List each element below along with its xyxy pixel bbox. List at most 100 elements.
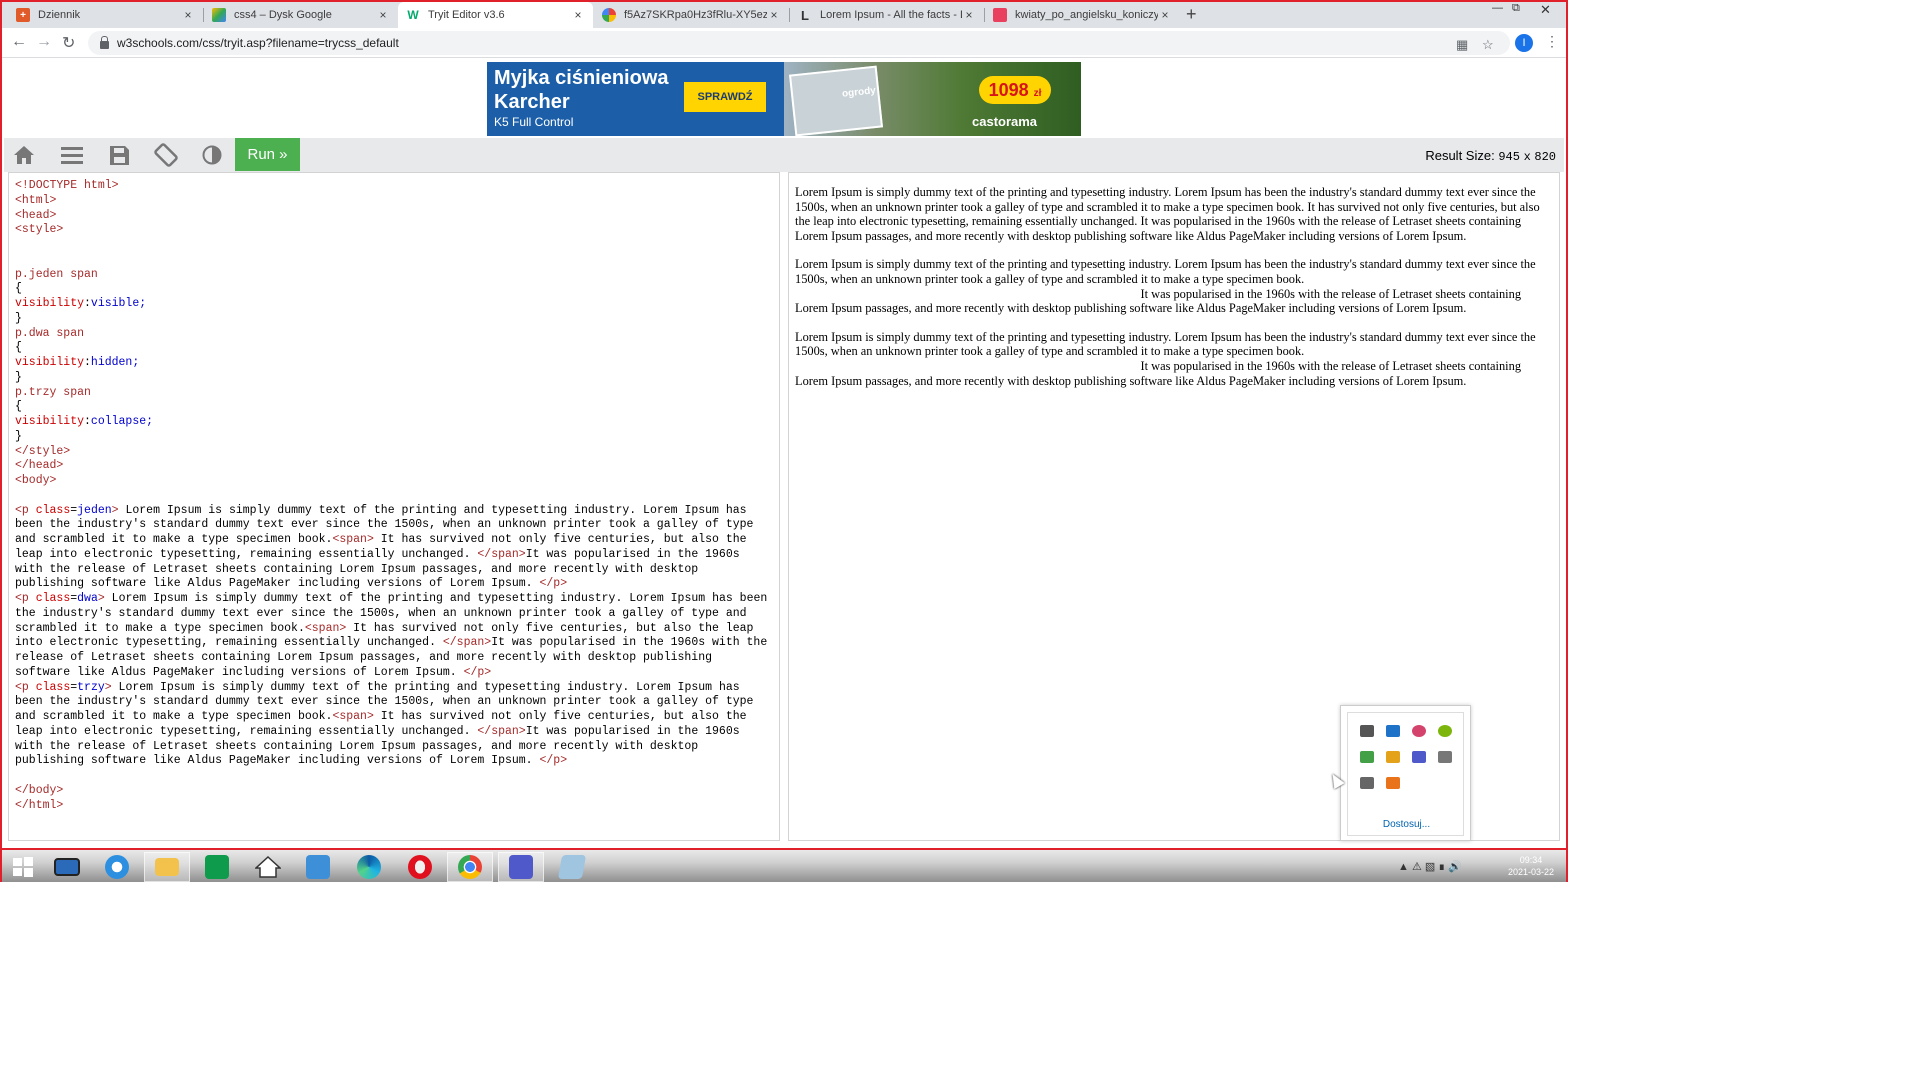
ad-banner[interactable]: Myjka ciśnieniowa Karcher K5 Full Contro… [487,62,1081,136]
tab-title: css4 – Dysk Google [234,9,332,21]
start-button[interactable] [0,852,46,882]
rotate-orientation-icon[interactable] [148,143,184,167]
restore-icon[interactable]: ⧉ [1512,2,1520,15]
tab-image[interactable]: f5Az7SKRpa0Hz3fRlu-XY5ezMm × [594,2,789,28]
tab-kwiaty[interactable]: kwiaty_po_angielsku_koniczyna- × [985,2,1180,28]
code-token: <p [15,680,36,694]
close-tab-icon[interactable]: × [1158,8,1172,22]
system-tray[interactable]: ▲ ⚠ ▧ ∎ 🔊 [1398,860,1462,873]
close-window-icon[interactable]: ✕ [1540,2,1551,18]
profile-avatar[interactable]: I [1515,34,1533,52]
tab-lorem-ipsum[interactable]: L Lorem Ipsum - All the facts - Lips × [790,2,984,28]
back-icon[interactable]: ← [11,33,27,51]
bookmark-star-icon[interactable]: ☆ [1482,37,1494,53]
tab-title: f5Az7SKRpa0Hz3fRlu-XY5ezMm [624,9,767,21]
forward-icon[interactable]: → [36,33,52,51]
address-bar[interactable]: w3schools.com/css/tryit.asp?filename=try… [88,31,1510,55]
code-token: > [104,680,112,694]
code-token: { [15,400,22,414]
result-text: Lorem Ipsum is simply dummy text of the … [795,257,1536,286]
minimize-icon[interactable]: — [1492,2,1503,14]
tab-tryit-editor[interactable]: W Tryit Editor v3.6 × [398,2,593,28]
code-token: </span> [442,636,492,650]
code-attr: class [35,680,71,694]
dark-mode-icon[interactable] [194,143,230,167]
code-token: </html> [15,798,64,812]
code-token: <!DOCTYPE html> [15,179,119,192]
css-property: visibility [15,356,85,369]
new-tab-button[interactable]: + [1186,4,1197,25]
code-editor[interactable]: <!DOCTYPE html> <html> <head> <style> p.… [8,172,780,841]
ad-price-value: 1098 [988,80,1029,100]
home-icon[interactable] [6,143,42,167]
chrome-icon[interactable] [447,852,493,882]
store-icon[interactable] [194,852,240,882]
code-attr: class [35,503,71,517]
css-value: collapse; [90,415,154,428]
file-explorer-icon[interactable] [144,852,190,882]
result-width: 945 [1498,150,1520,164]
tab-dziennik[interactable]: + Dziennik × [8,2,203,28]
tab-google-drive[interactable]: css4 – Dysk Google × [204,2,398,28]
tab-title: kwiaty_po_angielsku_koniczyna- [1015,9,1158,21]
kebab-menu-icon[interactable]: ⋮ [1545,33,1559,50]
code-token: } [15,311,22,325]
home-taskbar-icon[interactable] [245,852,291,882]
lenovo-taskbar-icon[interactable] [44,852,90,882]
opera-icon[interactable] [397,852,443,882]
app-icon[interactable] [1386,777,1400,789]
code-attr-value: trzy [77,680,105,694]
save-icon[interactable] [101,143,137,167]
usb-icon[interactable] [1438,751,1452,763]
ad-cta-button[interactable]: SPRAWDŹ [684,82,766,112]
close-tab-icon[interactable]: × [181,8,195,22]
code-token: <head> [15,208,57,222]
close-tab-icon[interactable]: × [767,8,781,22]
code-token: <p [15,592,36,605]
close-tab-icon[interactable]: × [962,8,976,22]
clock-date: 2021-03-22 [1507,867,1554,877]
tab-title: Lorem Ipsum - All the facts - Lips [820,9,962,21]
code-token: <span> [304,621,347,635]
teams-taskbar-icon[interactable] [498,852,544,882]
app-taskbar-icon[interactable] [549,852,595,882]
google-photos-icon [602,8,616,22]
code-token: </head> [15,459,64,473]
package-icon[interactable] [1386,751,1400,763]
clock-time: 09:34 [1519,855,1543,865]
result-paragraph-jeden: Lorem Ipsum is simply dummy text of the … [795,185,1553,243]
teams-icon[interactable] [1412,751,1426,763]
run-button[interactable]: Run » [235,138,300,171]
edge-icon[interactable] [346,852,392,882]
customize-link[interactable]: Dostosuj... [1348,819,1465,830]
clock[interactable]: 09:34 2021-03-22 [1508,854,1554,878]
code-token: > [97,592,105,605]
close-tab-icon[interactable]: × [376,8,390,22]
lock-icon [100,36,109,49]
google-drive-icon [212,8,226,22]
taskbar: ▲ ⚠ ▧ ∎ 🔊 09:34 2021-03-22 [0,848,1568,882]
menu-icon[interactable] [54,143,90,167]
mail-icon[interactable] [295,852,341,882]
code-token: </span> [477,547,526,561]
tray-overflow-popup: Dostosuj... [1340,705,1471,841]
translate-icon[interactable]: ▦ [1456,37,1468,53]
reload-icon[interactable]: ↻ [62,33,75,53]
code-token: </p> [539,577,568,591]
tryit-toolbar: Run » Result Size: 945 x 820 [4,138,1564,172]
display-icon[interactable] [1360,725,1374,737]
printer-icon[interactable] [1360,777,1374,789]
close-tab-icon[interactable]: × [571,8,585,22]
css-property: visibility [15,297,85,310]
lenovo-icon[interactable] [1386,725,1400,737]
code-token: <span> [332,533,374,546]
css-selector: p.trzy span [15,385,91,399]
paint-icon[interactable] [1412,725,1426,737]
css-value: hidden; [90,356,140,369]
code-token: </p> [539,754,568,768]
url-text: w3schools.com/css/tryit.asp?filename=try… [117,36,399,50]
ad-title: Myjka ciśnieniowa Karcher [494,67,669,113]
update-icon[interactable] [1438,725,1452,737]
defender-icon[interactable] [1360,751,1374,763]
internet-explorer-icon[interactable] [94,852,140,882]
